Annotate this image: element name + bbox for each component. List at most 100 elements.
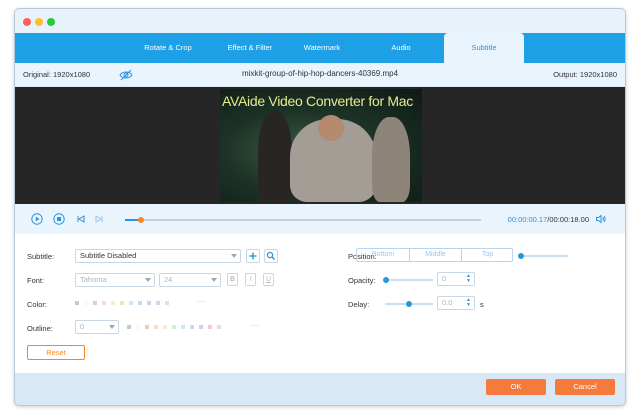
- outline-value: 0: [80, 322, 85, 331]
- underline-button[interactable]: U: [263, 273, 274, 286]
- color-swatch[interactable]: [120, 301, 124, 305]
- color-swatch[interactable]: [102, 301, 106, 305]
- color-swatch[interactable]: [93, 301, 97, 305]
- color-swatch[interactable]: [165, 301, 169, 305]
- color-swatch[interactable]: [75, 301, 79, 305]
- delay-unit: s: [480, 300, 484, 309]
- color-label: Color:: [27, 300, 48, 309]
- dancer-right: [372, 117, 410, 202]
- subtitle-label: Subtitle:: [27, 252, 55, 261]
- stepper-arrows-icon[interactable]: ▲ ▼: [466, 274, 471, 284]
- position-top-button[interactable]: Top: [462, 249, 513, 261]
- outline-color-swatch[interactable]: [181, 325, 185, 329]
- tab-effect-filter[interactable]: Effect & Filter: [205, 33, 295, 63]
- reset-button[interactable]: Reset: [27, 345, 85, 360]
- chevron-down-icon: [145, 278, 151, 282]
- font-label: Font:: [27, 276, 45, 285]
- tab-bar: Rotate & Crop Effect & Filter Watermark …: [15, 33, 625, 63]
- opacity-slider[interactable]: [383, 277, 433, 283]
- tab-watermark[interactable]: Watermark: [287, 33, 357, 63]
- tab-audio[interactable]: Audio: [371, 33, 431, 63]
- bold-button[interactable]: B: [227, 273, 238, 286]
- file-name: mixkit-group-of-hip-hop-dancers-40369.mp…: [241, 69, 399, 78]
- delay-value: 0.0: [442, 298, 453, 307]
- previous-icon[interactable]: [75, 213, 87, 225]
- chevron-down-icon: [211, 278, 217, 282]
- opacity-label: Opacity:: [348, 276, 376, 285]
- dancer-left: [258, 111, 292, 202]
- more-colors-button[interactable]: ···: [197, 297, 207, 306]
- playback-controls: 00:00:00.17/00:00:18.00: [15, 204, 625, 234]
- delay-slider[interactable]: [385, 301, 433, 307]
- zoom-window-button[interactable]: [47, 18, 55, 26]
- watermark-text: AVAide Video Converter for Mac: [222, 93, 413, 109]
- add-subtitle-button[interactable]: [246, 249, 260, 263]
- tab-subtitle[interactable]: Subtitle: [444, 33, 524, 63]
- editor-window: Rotate & Crop Effect & Filter Watermark …: [14, 8, 626, 406]
- next-icon[interactable]: [93, 213, 105, 225]
- opacity-input[interactable]: 0 ▲ ▼: [437, 272, 475, 286]
- font-size-select[interactable]: 24: [159, 273, 221, 287]
- chevron-down-icon: [109, 325, 115, 329]
- title-bar: [15, 9, 625, 33]
- opacity-slider-handle[interactable]: [383, 277, 389, 283]
- tab-rotate-crop[interactable]: Rotate & Crop: [123, 33, 213, 63]
- position-slider[interactable]: [518, 253, 568, 259]
- outline-color-swatch[interactable]: [154, 325, 158, 329]
- color-swatch[interactable]: [111, 301, 115, 305]
- outline-color-swatch[interactable]: [199, 325, 203, 329]
- volume-icon[interactable]: [595, 213, 607, 225]
- outline-color-swatch[interactable]: [145, 325, 149, 329]
- outline-color-swatch[interactable]: [163, 325, 167, 329]
- outline-color-swatch[interactable]: [208, 325, 212, 329]
- play-icon[interactable]: [31, 213, 43, 225]
- dancer-head: [318, 115, 344, 141]
- progress-handle[interactable]: [138, 216, 145, 223]
- color-swatch[interactable]: [138, 301, 142, 305]
- outline-color-swatch[interactable]: [136, 325, 140, 329]
- outline-select[interactable]: 0: [75, 320, 119, 334]
- current-time: 00:00:00.17: [507, 215, 548, 224]
- font-family-select[interactable]: Tahoma: [75, 273, 155, 287]
- color-swatch[interactable]: [129, 301, 133, 305]
- total-time: /00:00:18.00: [547, 215, 589, 224]
- output-resolution: Output: 1920x1080: [553, 70, 617, 79]
- cancel-button[interactable]: Cancel: [555, 379, 615, 395]
- font-family-value: Tahoma: [80, 275, 107, 284]
- color-swatch[interactable]: [84, 301, 88, 305]
- italic-button[interactable]: I: [245, 273, 256, 286]
- info-bar: Original: 1920x1080 mixkit-group-of-hip-…: [15, 63, 625, 87]
- close-window-button[interactable]: [23, 18, 31, 26]
- ok-button[interactable]: OK: [486, 379, 546, 395]
- position-middle-button[interactable]: Middle: [410, 249, 461, 261]
- position-toggle-group: Bottom Middle Top: [356, 248, 513, 262]
- progress-bar[interactable]: [125, 216, 481, 223]
- delay-input[interactable]: 0.0 ▲ ▼: [437, 296, 475, 310]
- position-slider-handle[interactable]: [518, 253, 524, 259]
- subtitle-select-value: Subtitle Disabled: [80, 251, 137, 260]
- delay-label: Delay:: [348, 300, 370, 309]
- subtitle-settings-panel: Subtitle: Subtitle Disabled Font: Tahoma…: [15, 234, 625, 375]
- font-size-value: 24: [164, 275, 173, 284]
- time-display: 00:00:00.17/00:00:18.00: [508, 215, 589, 224]
- subtitle-select[interactable]: Subtitle Disabled: [75, 249, 241, 263]
- search-subtitle-button[interactable]: [264, 249, 278, 263]
- more-outline-colors-button[interactable]: ···: [250, 321, 260, 330]
- stepper-arrows-icon[interactable]: ▲ ▼: [466, 298, 471, 308]
- delay-slider-handle[interactable]: [406, 301, 412, 307]
- position-bottom-button[interactable]: Bottom: [357, 249, 409, 261]
- outline-color-swatch[interactable]: [190, 325, 194, 329]
- dialog-footer: OK Cancel: [15, 373, 625, 405]
- outline-color-swatch[interactable]: [127, 325, 131, 329]
- video-preview: AVAide Video Converter for Mac: [15, 87, 625, 204]
- outline-color-swatch[interactable]: [217, 325, 221, 329]
- outline-color-swatch[interactable]: [172, 325, 176, 329]
- minimize-window-button[interactable]: [35, 18, 43, 26]
- color-swatch[interactable]: [147, 301, 151, 305]
- plus-icon: [249, 252, 257, 260]
- search-icon: [266, 251, 275, 260]
- stop-icon[interactable]: [53, 213, 65, 225]
- chevron-down-icon: [231, 254, 237, 258]
- color-swatch[interactable]: [156, 301, 160, 305]
- outline-label: Outline:: [27, 324, 53, 333]
